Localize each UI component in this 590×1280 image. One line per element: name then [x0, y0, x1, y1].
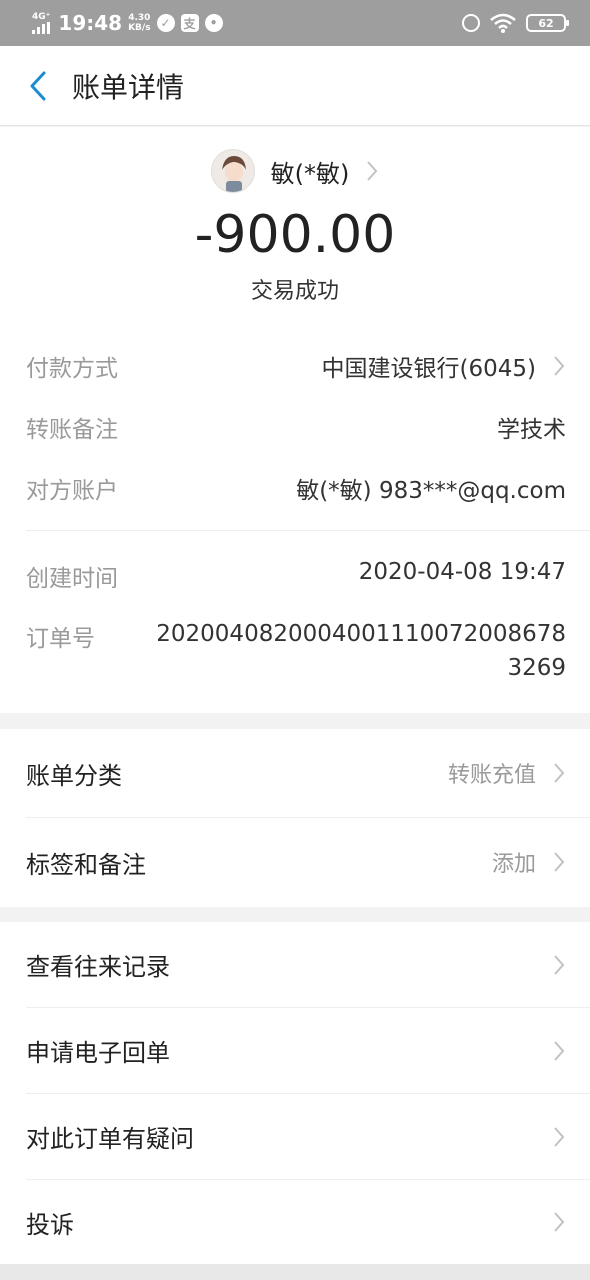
status-bar: 4G⁺ 19:48 4.30 KB/s ✓ 支 • 62 [0, 0, 590, 46]
request-receipt-row[interactable]: 申请电子回单 [0, 1008, 590, 1093]
avatar [210, 149, 255, 193]
bill-category-value: 转账充值 [447, 763, 536, 788]
menu-label: 账单分类 [26, 761, 122, 790]
signal-indicator: 4G⁺ [32, 11, 51, 34]
nav-bar: 账单详情 [0, 46, 590, 126]
add-tag-link: 添加 [491, 852, 536, 877]
trade-status: 交易成功 [250, 279, 339, 304]
detail-label: 对方账户 [26, 478, 118, 504]
payment-method-row[interactable]: 付款方式 中国建设银行(6045) [26, 349, 566, 383]
chevron-right-icon [554, 1126, 565, 1147]
detail-label: 转账备注 [26, 417, 118, 443]
bottom-edge [0, 1264, 590, 1280]
chat-bubble-icon: • [204, 14, 223, 32]
bill-detail-card: 敏(*敏) -900.00 交易成功 付款方式 中国建设银行(6045) 转账备… [0, 127, 590, 713]
network-speed: 4.30 KB/s [128, 13, 150, 33]
signal-bars-icon [32, 21, 50, 34]
category-section: 账单分类 转账充值 标签和备注 添加 [0, 729, 590, 907]
battery-icon: 62 [526, 14, 569, 32]
network-type: 4G⁺ [32, 11, 51, 22]
status-time: 19:48 [58, 11, 123, 35]
menu-label: 查看往来记录 [26, 953, 170, 981]
transfer-note-value: 学技术 [497, 417, 566, 443]
chevron-left-icon [30, 71, 46, 100]
detail-label: 付款方式 [26, 356, 118, 382]
wifi-icon [490, 13, 516, 33]
battery-level: 62 [538, 16, 554, 30]
chevron-right-icon [554, 763, 565, 783]
chevron-right-icon [367, 161, 378, 181]
counterparty-account-row: 对方账户 敏(*敏) 983***@qq.com [26, 471, 566, 505]
alipay-app-icon: 支 [180, 14, 199, 32]
menu-label: 标签和备注 [26, 850, 146, 879]
amount: -900.00 [194, 205, 396, 265]
payee-link[interactable]: 敏(*敏) [0, 149, 590, 193]
actions-section: 查看往来记录 申请电子回单 对此订单有疑问 投诉 [0, 922, 590, 1264]
menu-label: 对此订单有疑问 [26, 1125, 194, 1153]
view-history-row[interactable]: 查看往来记录 [0, 922, 590, 1007]
chevron-right-icon [554, 852, 565, 872]
network-speed-value: 4.30 [128, 13, 151, 23]
payee-name: 敏(*敏) [270, 159, 350, 188]
created-time-row: 创建时间 2020-04-08 19:47 [26, 559, 566, 593]
tags-notes-row[interactable]: 标签和备注 添加 [0, 818, 590, 906]
chevron-right-icon [554, 954, 565, 975]
alarm-clock-icon [462, 14, 480, 32]
chevron-right-icon [554, 1212, 565, 1232]
bill-category-row[interactable]: 账单分类 转账充值 [0, 729, 590, 817]
order-number-value: 20200408200040011100720086783269 [156, 621, 566, 681]
back-button[interactable] [18, 66, 58, 106]
detail-label: 订单号 [26, 626, 95, 652]
menu-label: 申请电子回单 [26, 1039, 170, 1067]
menu-label: 投诉 [26, 1210, 74, 1239]
complaint-row[interactable]: 投诉 [0, 1180, 590, 1264]
chevron-right-icon [554, 356, 565, 376]
detail-label: 创建时间 [26, 566, 118, 592]
chevron-right-icon [554, 1040, 565, 1061]
created-time-value: 2020-04-08 19:47 [358, 559, 566, 585]
page-title: 账单详情 [72, 70, 185, 104]
payment-method-value: 中国建设银行(6045) [321, 356, 536, 382]
counterparty-account-value: 敏(*敏) 983***@qq.com [296, 478, 566, 504]
network-speed-unit: KB/s [128, 23, 151, 33]
transfer-note-row: 转账备注 学技术 [26, 410, 566, 444]
compass-app-icon: ✓ [156, 14, 175, 32]
order-question-row[interactable]: 对此订单有疑问 [0, 1094, 590, 1179]
divider [26, 530, 590, 531]
